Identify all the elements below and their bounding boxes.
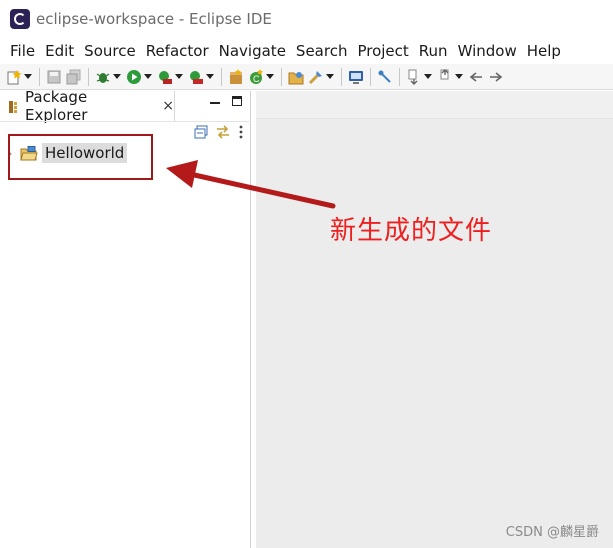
annotation-arrow xyxy=(166,160,336,209)
watermark: CSDN @麟星爵 xyxy=(505,525,599,540)
annotation-label: 新生成的文件 xyxy=(330,216,493,246)
